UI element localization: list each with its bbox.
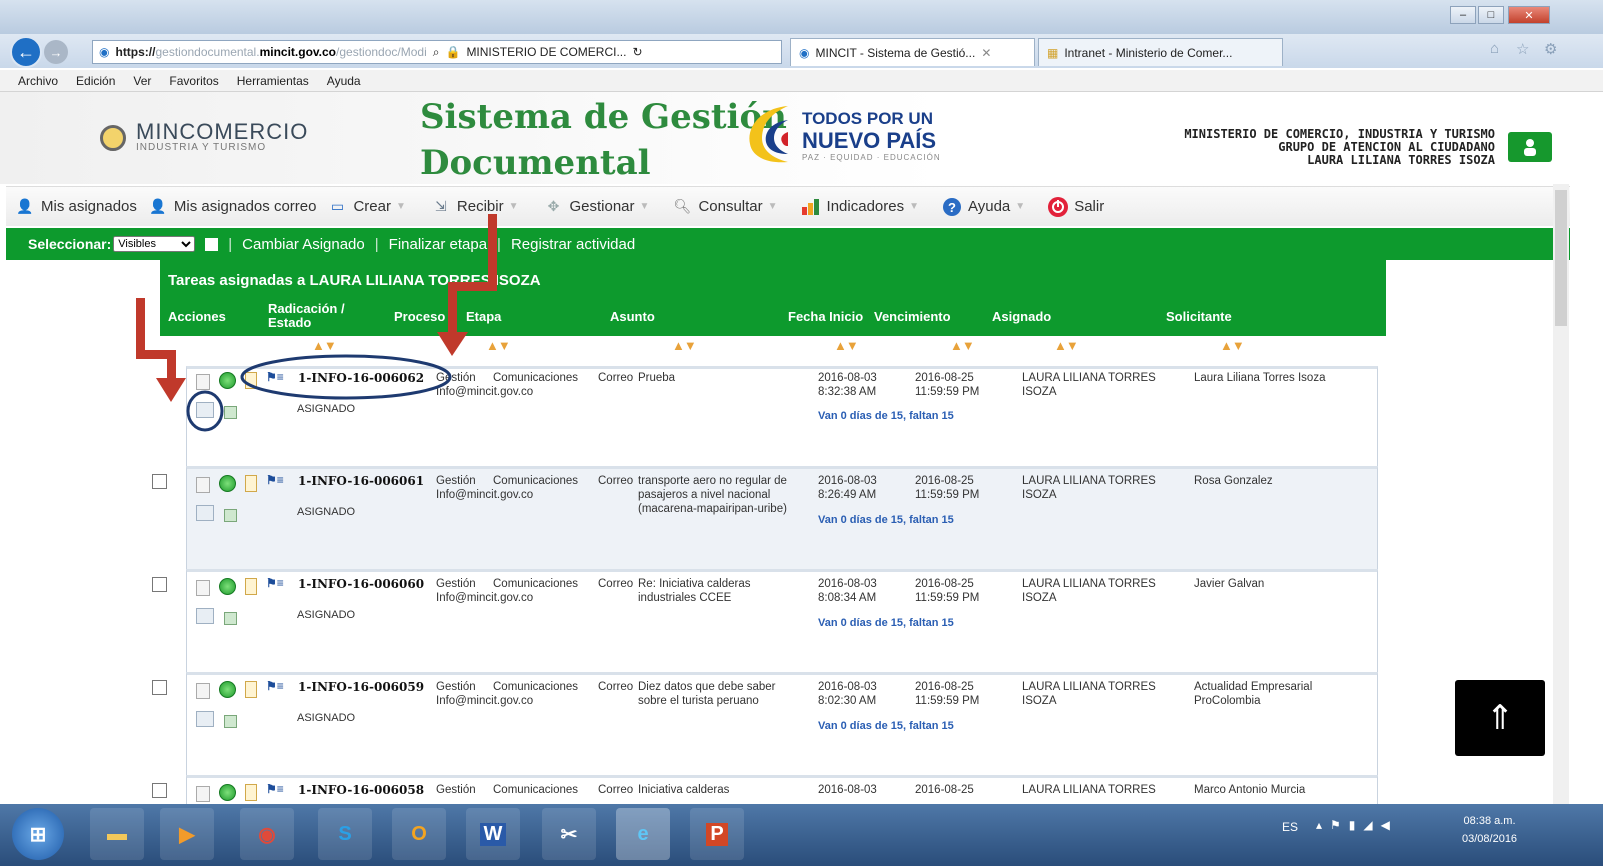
media-player-icon: ▶ bbox=[179, 823, 195, 846]
windows-logo-icon: ⊞ bbox=[29, 823, 47, 846]
accessibility-button[interactable]: ⇑ bbox=[1455, 680, 1545, 756]
taskbar-skype[interactable]: S bbox=[318, 808, 372, 860]
taskbar-ie[interactable]: e bbox=[616, 808, 670, 860]
red-arrow-right bbox=[437, 214, 497, 356]
powerpoint-icon: P bbox=[706, 822, 728, 846]
chrome-icon: ◉ bbox=[258, 823, 276, 846]
annotation-overlay bbox=[136, 214, 497, 432]
outlook-icon: O bbox=[411, 822, 427, 845]
volume-icon[interactable]: ◀ bbox=[1381, 818, 1398, 832]
taskbar-clock[interactable]: 08:38 a.m. 03/08/2016 bbox=[1462, 812, 1517, 848]
tray-language[interactable]: ES bbox=[1282, 820, 1298, 834]
accessibility-icon: ⇑ bbox=[1485, 699, 1515, 737]
taskbar-media-player[interactable]: ▶ bbox=[160, 808, 214, 860]
flag-icon[interactable]: ⚑ bbox=[1330, 818, 1349, 832]
signal-icon[interactable]: ◢ bbox=[1363, 818, 1380, 832]
annotation-circle-radicacion bbox=[240, 354, 452, 400]
scrollbar-thumb[interactable] bbox=[1555, 190, 1567, 326]
ie-icon: e bbox=[637, 822, 649, 845]
word-icon: W bbox=[479, 822, 507, 846]
clock-time: 08:38 a.m. bbox=[1463, 815, 1516, 827]
scissors-icon: ✂ bbox=[560, 823, 578, 846]
annotation-circle-edit bbox=[186, 390, 224, 432]
taskbar-explorer[interactable]: ▬ bbox=[90, 808, 144, 860]
tray-arrow-icon[interactable]: ▴ bbox=[1316, 818, 1330, 832]
start-button[interactable]: ⊞ bbox=[12, 808, 64, 860]
network-icon[interactable]: ▮ bbox=[1349, 818, 1364, 832]
red-arrow-left bbox=[136, 298, 186, 402]
taskbar-snipping[interactable]: ✂ bbox=[542, 808, 596, 860]
folder-icon: ▬ bbox=[107, 822, 127, 845]
taskbar-word[interactable]: W bbox=[466, 808, 520, 860]
taskbar-powerpoint[interactable]: P bbox=[690, 808, 744, 860]
taskbar-outlook[interactable]: O bbox=[392, 808, 446, 860]
taskbar-chrome[interactable]: ◉ bbox=[240, 808, 294, 860]
skype-icon: S bbox=[338, 822, 352, 845]
clock-date: 03/08/2016 bbox=[1462, 833, 1518, 845]
tray-icons[interactable]: ▴⚑▮◢◀ bbox=[1316, 818, 1398, 832]
